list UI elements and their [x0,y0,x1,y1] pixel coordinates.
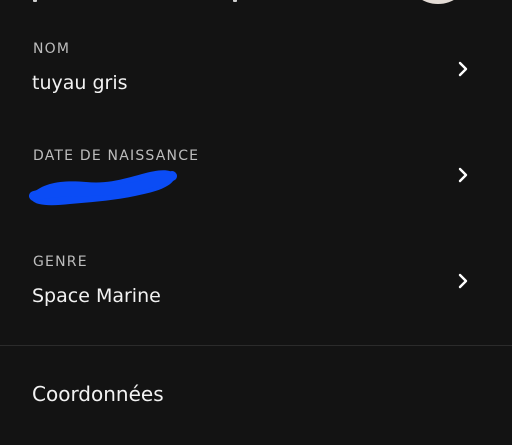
field-row-gender[interactable]: GENRE Space Marine [0,239,512,345]
field-label-gender: GENRE [33,254,88,270]
contact-section-title: Coordonnées [32,382,164,406]
field-value-name: tuyau gris [32,72,128,94]
chevron-right-icon [455,61,471,77]
clipped-header [0,0,512,8]
chevron-right-icon [455,167,471,183]
profile-screen: NOM tuyau gris DATE DE NAISSANCE GENRE S… [0,0,512,445]
field-label-name: NOM [33,41,71,57]
clipped-text-fragment [233,0,237,2]
avatar[interactable] [410,0,466,4]
clipped-text-fragment [33,0,37,2]
section-divider [0,345,512,346]
chevron-right-icon [455,273,471,289]
field-value-gender: Space Marine [32,285,161,307]
field-row-name[interactable]: NOM tuyau gris [0,27,512,133]
redaction-scribble [29,170,177,206]
